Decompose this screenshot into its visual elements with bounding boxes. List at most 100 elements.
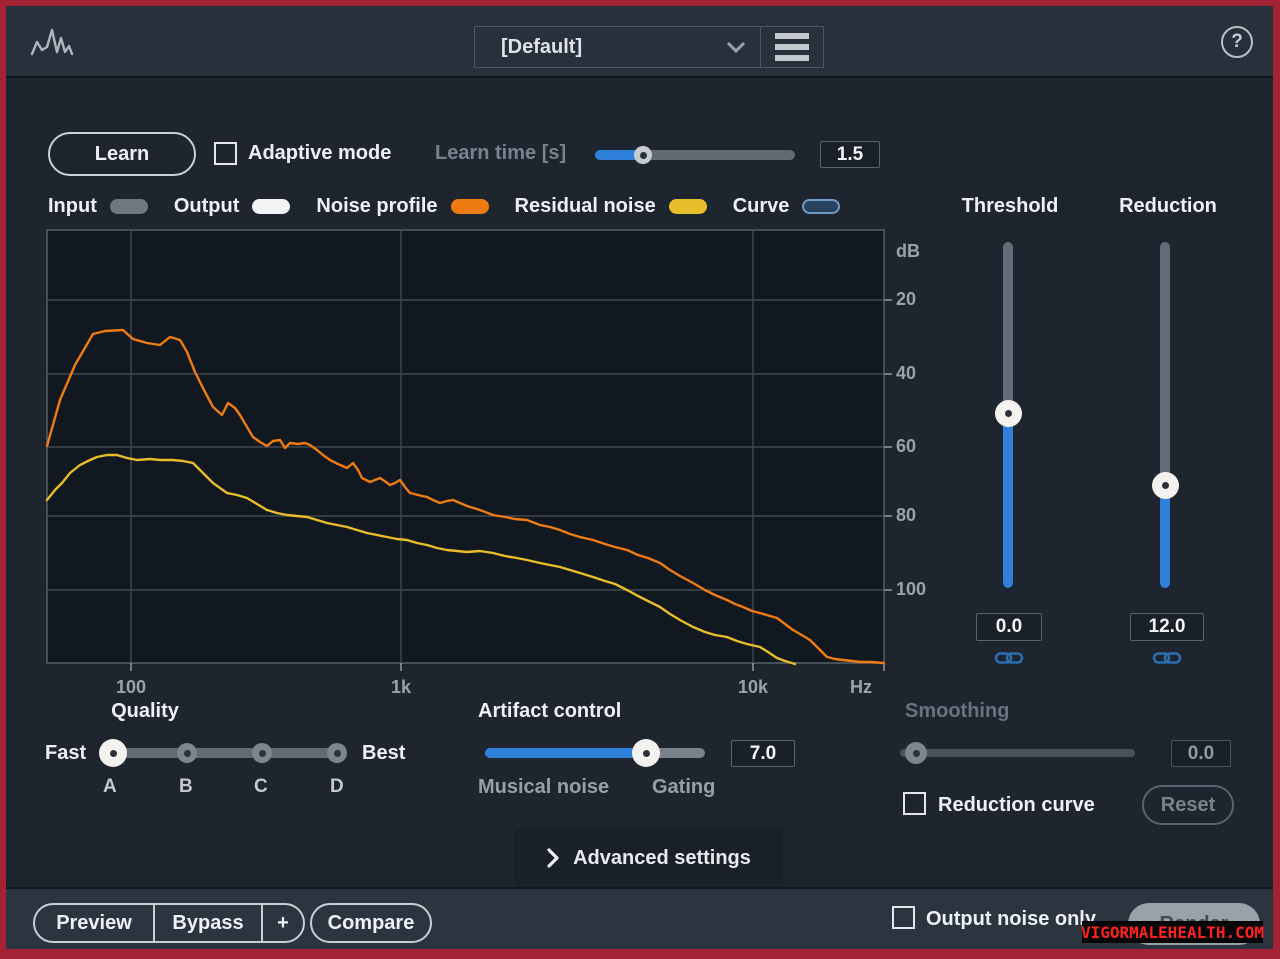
- chevron-down-icon: [726, 41, 746, 53]
- quality-step-a: A: [103, 776, 117, 798]
- quality-slider-knob[interactable]: [99, 739, 127, 767]
- adaptive-mode-checkbox[interactable]: [214, 142, 237, 165]
- quality-step-d: D: [330, 776, 344, 798]
- izotope-logo-icon: [30, 22, 74, 62]
- reduction-curve-checkbox[interactable]: [903, 792, 926, 815]
- curve-swatch: [802, 199, 840, 214]
- threshold-slider-track[interactable]: [1003, 242, 1013, 405]
- gating-label: Gating: [652, 776, 715, 799]
- threshold-link-icon[interactable]: [994, 650, 1024, 666]
- y-axis-tick-label: 60: [896, 436, 916, 457]
- spectrum-chart[interactable]: dB 20 40 60 80 100 100 1k 10k Hz: [47, 230, 947, 700]
- quality-step-c: C: [254, 776, 268, 798]
- preset-menu-button[interactable]: [761, 27, 823, 67]
- quality-detent-d[interactable]: [327, 743, 347, 763]
- advanced-settings-label: Advanced settings: [573, 847, 751, 870]
- chevron-right-icon: [547, 848, 559, 868]
- frame-border-bottom: [0, 949, 1280, 959]
- artifact-slider-fill: [485, 748, 647, 758]
- help-glyph: ?: [1231, 31, 1243, 53]
- noise-profile-swatch: [451, 199, 489, 214]
- reduction-slider-track[interactable]: [1160, 242, 1170, 477]
- preview-button[interactable]: Preview: [35, 905, 153, 941]
- bypass-label: Bypass: [172, 912, 243, 935]
- learn-button[interactable]: Learn: [48, 132, 196, 176]
- legend-label: Output: [174, 195, 240, 218]
- artifact-value[interactable]: 7.0: [731, 740, 795, 767]
- reduction-label: Reduction: [1098, 195, 1238, 218]
- smoothing-label: Smoothing: [905, 700, 1009, 723]
- y-axis-tick-label: 40: [896, 363, 916, 384]
- x-axis-tick-label: Hz: [836, 677, 886, 698]
- threshold-slider-knob[interactable]: [995, 400, 1022, 427]
- reduction-slider-knob[interactable]: [1152, 472, 1179, 499]
- input-swatch: [110, 199, 148, 214]
- plus-label: +: [277, 912, 289, 935]
- output-noise-only-label: Output noise only: [926, 908, 1096, 931]
- threshold-slider-fill[interactable]: [1003, 421, 1013, 588]
- spectrum-plot: [47, 230, 897, 675]
- reduction-curve-label: Reduction curve: [938, 794, 1095, 817]
- advanced-settings-toggle[interactable]: Advanced settings: [515, 829, 783, 887]
- title-bar: [Default] ?: [6, 6, 1273, 78]
- legend-item-noise-profile: Noise profile: [316, 195, 488, 218]
- residual-noise-swatch: [669, 199, 707, 214]
- preset-group: [Default]: [474, 26, 824, 68]
- quality-detent-c[interactable]: [252, 743, 272, 763]
- preset-dropdown[interactable]: [Default]: [475, 27, 761, 67]
- smoothing-slider-knob[interactable]: [905, 742, 927, 764]
- reduction-link-icon[interactable]: [1152, 650, 1182, 666]
- learn-button-label: Learn: [95, 143, 149, 166]
- adaptive-mode-label: Adaptive mode: [248, 142, 391, 165]
- legend-label: Input: [48, 195, 97, 218]
- artifact-slider-knob[interactable]: [632, 739, 660, 767]
- legend-item-curve: Curve: [733, 195, 841, 218]
- legend-label: Residual noise: [515, 195, 656, 218]
- output-swatch: [252, 199, 290, 214]
- frame-border-top: [0, 0, 1280, 6]
- reset-button[interactable]: Reset: [1142, 785, 1234, 825]
- quality-step-b: B: [179, 776, 193, 798]
- x-axis-tick-label: 100: [106, 677, 156, 698]
- y-axis-tick-label: 100: [896, 579, 926, 600]
- preset-name: [Default]: [501, 36, 726, 59]
- learn-time-label: Learn time [s]: [435, 142, 566, 165]
- learn-time-slider-knob[interactable]: [634, 146, 652, 164]
- plus-button[interactable]: +: [261, 905, 303, 941]
- compare-label: Compare: [328, 912, 415, 935]
- frame-border-right: [1273, 0, 1280, 959]
- threshold-value[interactable]: 0.0: [976, 613, 1042, 641]
- legend-label: Noise profile: [316, 195, 437, 218]
- y-axis-tick-label: 20: [896, 289, 916, 310]
- legend-item-output: Output: [174, 195, 291, 218]
- learn-time-value[interactable]: 1.5: [820, 141, 880, 168]
- legend: Input Output Noise profile Residual nois…: [48, 194, 840, 218]
- smoothing-value[interactable]: 0.0: [1171, 740, 1231, 767]
- quality-label: Quality: [90, 700, 200, 723]
- x-axis-tick-label: 1k: [376, 677, 426, 698]
- quality-slider[interactable]: [112, 748, 340, 758]
- artifact-control-label: Artifact control: [478, 700, 621, 723]
- help-button[interactable]: ?: [1221, 26, 1253, 58]
- x-axis-tick-label: 10k: [728, 677, 778, 698]
- reduction-value[interactable]: 12.0: [1130, 613, 1204, 641]
- reset-button-label: Reset: [1161, 794, 1215, 817]
- legend-item-residual-noise: Residual noise: [515, 195, 707, 218]
- quality-best-label: Best: [362, 742, 405, 765]
- y-axis-tick-label: dB: [896, 241, 920, 262]
- y-axis-tick-label: 80: [896, 505, 916, 526]
- compare-button[interactable]: Compare: [310, 903, 432, 943]
- quality-detent-b[interactable]: [177, 743, 197, 763]
- frame-border-left: [0, 0, 6, 959]
- output-noise-only-checkbox[interactable]: [892, 906, 915, 929]
- musical-noise-label: Musical noise: [478, 776, 609, 799]
- watermark-overlay: VIGORMALEHEALTH.COM: [1082, 921, 1263, 943]
- plugin-window: [Default] ? Learn Adaptive mode Learn ti…: [0, 0, 1280, 959]
- smoothing-slider[interactable]: [900, 749, 1135, 757]
- reduction-slider-fill[interactable]: [1160, 493, 1170, 588]
- preview-label: Preview: [56, 912, 132, 935]
- legend-label: Curve: [733, 195, 790, 218]
- threshold-label: Threshold: [940, 195, 1080, 218]
- transport-button-group: Preview Bypass +: [33, 903, 305, 943]
- bypass-button[interactable]: Bypass: [153, 905, 261, 941]
